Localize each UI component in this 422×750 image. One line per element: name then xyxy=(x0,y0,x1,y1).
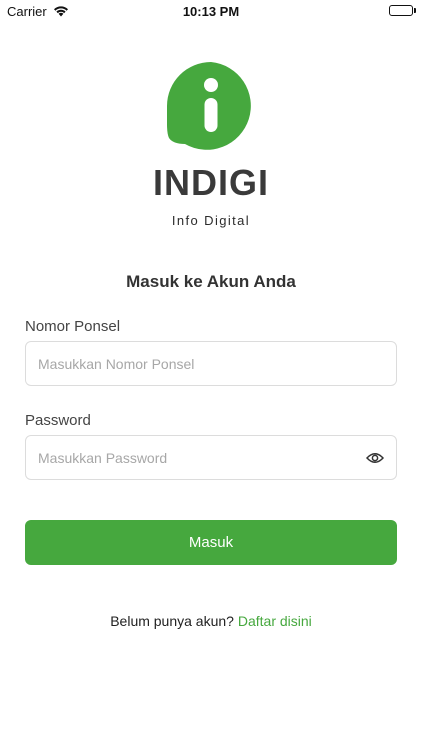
eye-icon[interactable] xyxy=(364,448,386,468)
brand-tagline: Info Digital xyxy=(171,213,251,228)
password-field-container xyxy=(25,435,397,480)
battery-icon xyxy=(389,5,413,16)
phone-label: Nomor Ponsel xyxy=(25,318,121,335)
signup-prompt: Belum punya akun? xyxy=(110,613,234,629)
phone-field-container xyxy=(25,341,397,386)
status-bar: Carrier 10:13 PM xyxy=(0,0,422,24)
signup-link[interactable]: Daftar disini xyxy=(238,613,312,629)
info-logo-icon xyxy=(165,60,257,152)
clock: 10:13 PM xyxy=(182,4,240,19)
password-label: Password xyxy=(25,412,91,429)
battery-tip xyxy=(414,8,416,13)
form-title: Masuk ke Akun Anda xyxy=(126,272,296,291)
brand-name: INDIGI xyxy=(152,162,269,203)
signup-row: Belum punya akun? Daftar disini xyxy=(0,613,422,629)
login-button[interactable]: Masuk xyxy=(25,520,397,565)
password-input[interactable] xyxy=(26,436,396,479)
phone-input[interactable] xyxy=(26,342,396,385)
